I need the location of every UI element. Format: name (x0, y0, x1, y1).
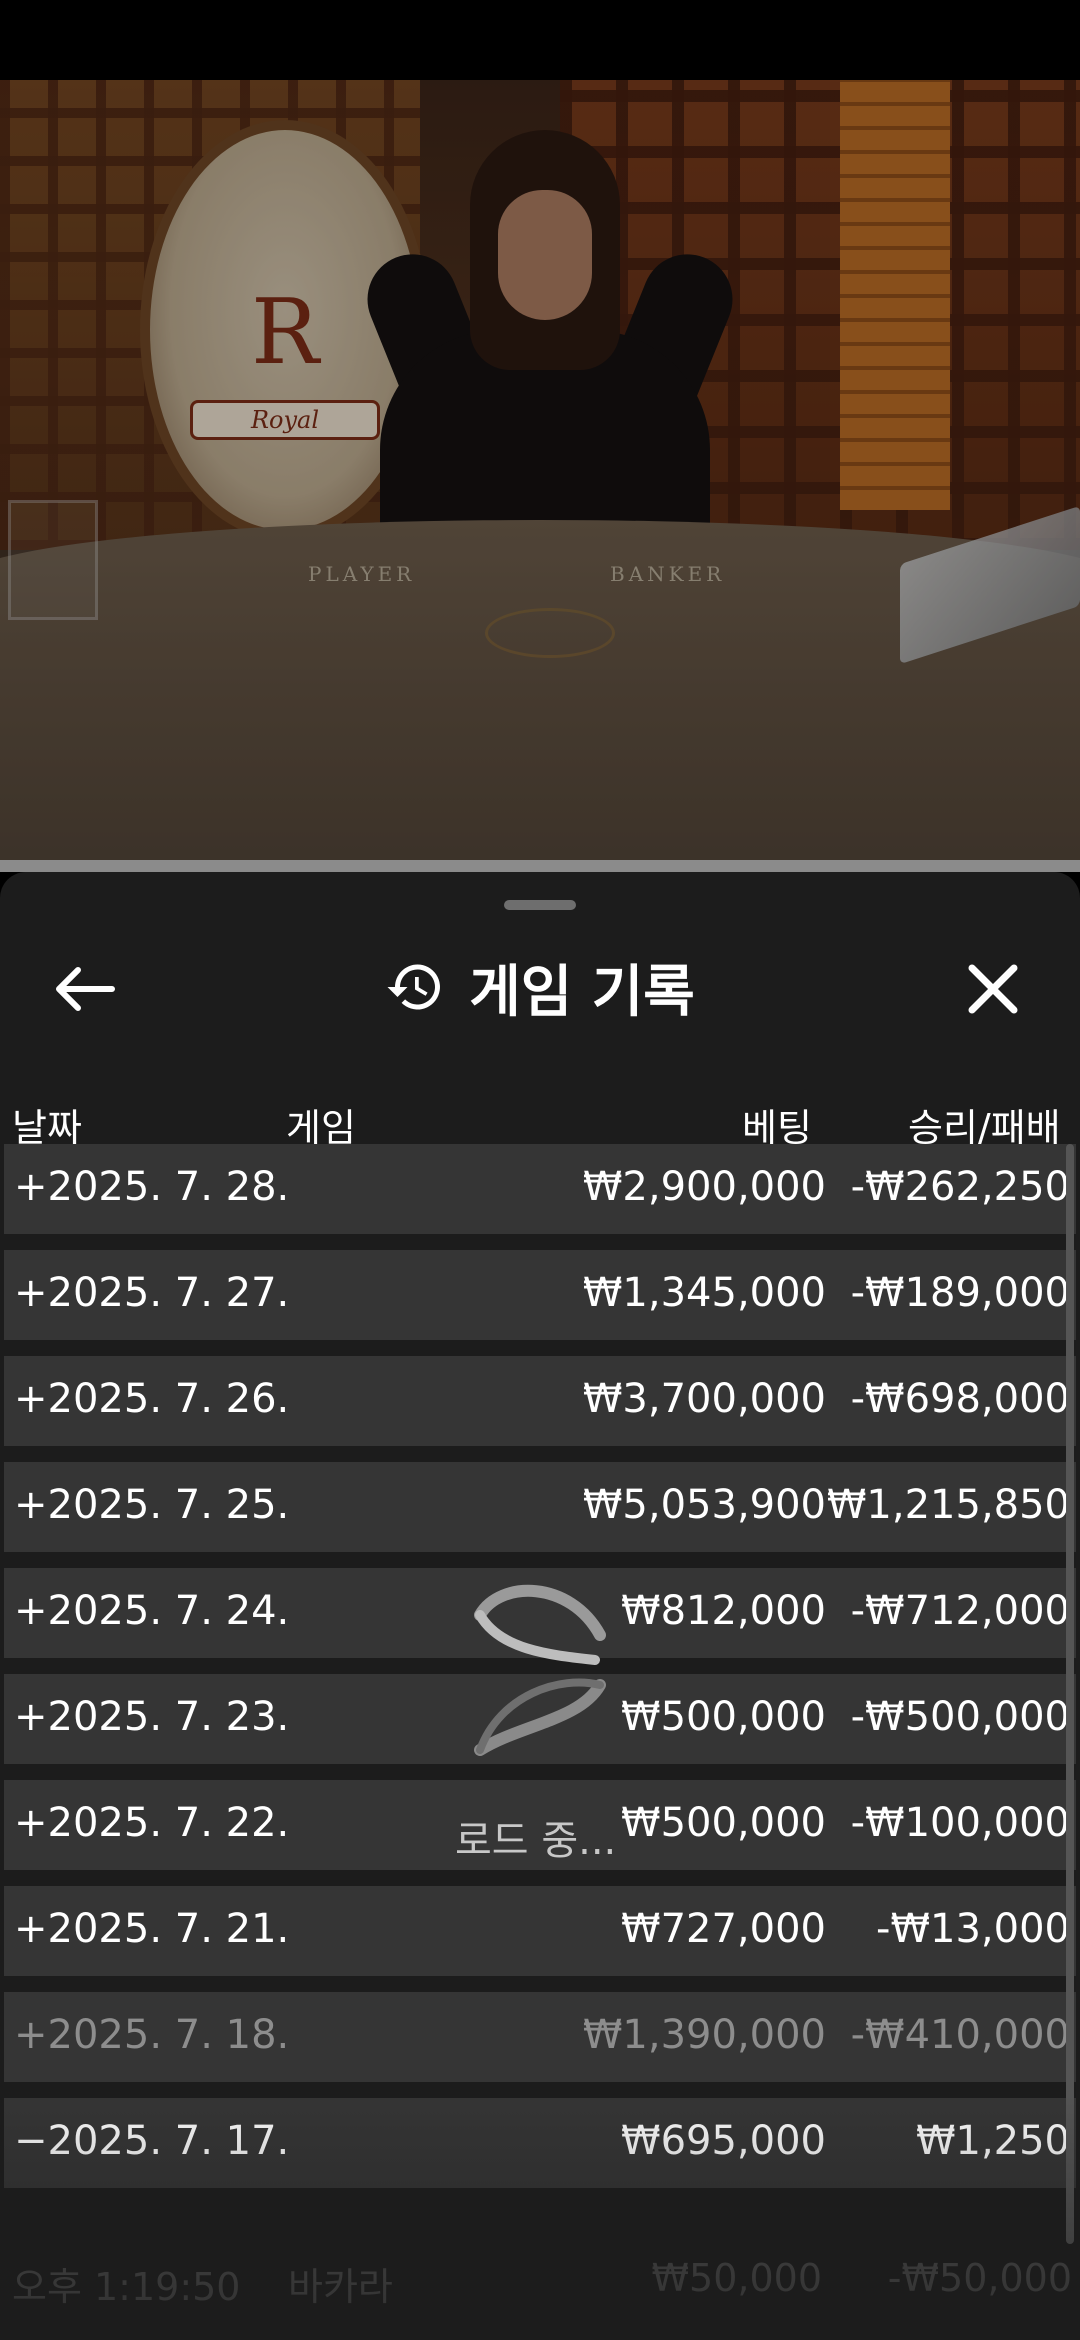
history-row-0725[interactable]: +2025. 7. 25. ₩5,053,900 ₩1,215,850 (4, 1462, 1076, 1552)
row-date: +2025. 7. 23. (14, 1694, 290, 1740)
title-wrap: 게임 기록 (0, 932, 1080, 1042)
row-bet: ₩727,000 (621, 1906, 826, 1952)
close-icon (968, 964, 1018, 1014)
row-bet: ₩500,000 (621, 1800, 826, 1846)
row-date: −2025. 7. 17. (14, 2118, 290, 2164)
row-result: -₩189,000 (850, 1270, 1070, 1316)
row-date: +2025. 7. 21. (14, 1906, 290, 1952)
row-bet: ₩3,700,000 (582, 1376, 826, 1422)
sheet-title: 게임 기록 (469, 959, 695, 1025)
detail-bet: ₩50,000 (651, 2256, 822, 2300)
video-dim-overlay (0, 80, 1080, 860)
arrow-left-icon (56, 967, 115, 1011)
detail-result: -₩50,000 (887, 2256, 1072, 2300)
row-bet: ₩500,000 (621, 1694, 826, 1740)
close-button[interactable] (948, 944, 1038, 1034)
row-date: +2025. 7. 27. (14, 1270, 290, 1316)
row-result: ₩1,250 (915, 2118, 1070, 2164)
row-bet: ₩695,000 (621, 2118, 826, 2164)
detail-game: 바카라 (288, 2265, 393, 2309)
row-bet: ₩2,900,000 (582, 1164, 826, 1210)
row-date: +2025. 7. 26. (14, 1376, 290, 1422)
back-button[interactable] (40, 944, 130, 1034)
history-row-0718[interactable]: +2025. 7. 18. ₩1,390,000 -₩410,000 (4, 1992, 1076, 2082)
history-row-0727[interactable]: +2025. 7. 27. ₩1,345,000 -₩189,000 (4, 1250, 1076, 1340)
history-row-0728[interactable]: +2025. 7. 28. ₩2,900,000 -₩262,250 (4, 1144, 1076, 1234)
row-date: +2025. 7. 22. (14, 1800, 290, 1846)
row-date: +2025. 7. 24. (14, 1588, 290, 1634)
row-bet: ₩812,000 (621, 1588, 826, 1634)
loading-text: 로드 중... (455, 1818, 617, 1864)
row-bet: ₩5,053,900 (582, 1482, 826, 1528)
detail-time: 오후 1:19:50 (12, 2265, 241, 2309)
history-row-0726[interactable]: +2025. 7. 26. ₩3,700,000 -₩698,000 (4, 1356, 1076, 1446)
row-bet: ₩1,345,000 (582, 1270, 826, 1316)
row-result: -₩698,000 (850, 1376, 1070, 1422)
row-result: -₩262,250 (850, 1164, 1070, 1210)
row-date: +2025. 7. 18. (14, 2012, 290, 2058)
sheet-header: 게임 기록 (0, 932, 1080, 1042)
row-date: +2025. 7. 25. (14, 1482, 290, 1528)
scrollbar[interactable] (1066, 1144, 1074, 2244)
row-result: -₩100,000 (850, 1800, 1070, 1846)
row-date: +2025. 7. 28. (14, 1164, 290, 1210)
history-row-0717[interactable]: −2025. 7. 17. ₩695,000 ₩1,250 (4, 2098, 1076, 2188)
loading-spinner-icon (474, 1584, 606, 1756)
history-detail-row[interactable]: 오후 1:19:50 바카라 ₩50,000 -₩50,000 (0, 2232, 1080, 2322)
history-row-0721[interactable]: +2025. 7. 21. ₩727,000 -₩13,000 (4, 1886, 1076, 1976)
row-result: -₩712,000 (850, 1588, 1070, 1634)
drag-handle[interactable] (504, 900, 576, 910)
row-bet: ₩1,390,000 (582, 2012, 826, 2058)
row-result: -₩13,000 (876, 1906, 1070, 1952)
row-result: -₩500,000 (850, 1694, 1070, 1740)
live-dealer-video[interactable]: R Royal PLAYER BANKER (0, 80, 1080, 860)
row-result: ₩1,215,850 (826, 1482, 1070, 1528)
sheet-gap (0, 860, 1080, 872)
history-icon (387, 964, 441, 1010)
row-result: -₩410,000 (850, 2012, 1070, 2058)
status-bar (0, 0, 1080, 80)
